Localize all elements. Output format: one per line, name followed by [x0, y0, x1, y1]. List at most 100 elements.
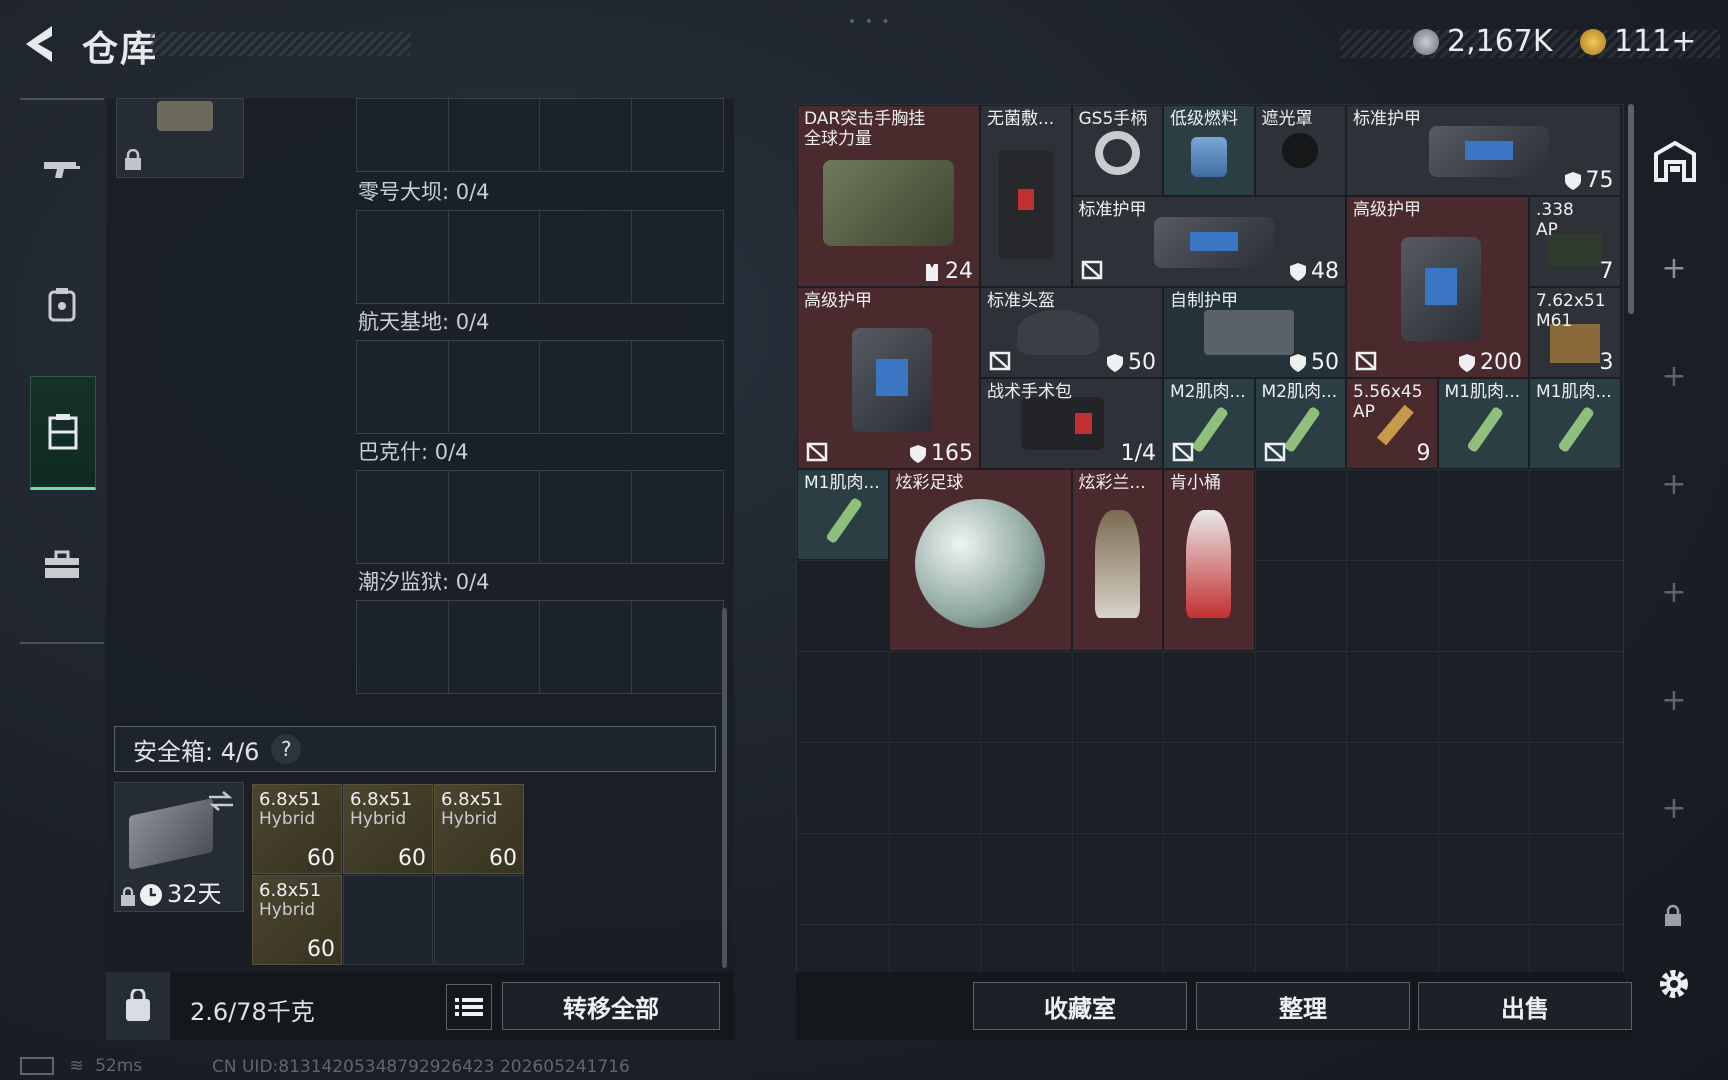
- swap-icon[interactable]: [207, 789, 235, 813]
- more-dots: • • •: [848, 14, 892, 30]
- durability-shield-icon: [1107, 353, 1123, 372]
- currency-hafcoin[interactable]: 2,167K: [1413, 24, 1553, 59]
- header-decoration: [150, 32, 410, 56]
- item-count: 50: [1106, 350, 1156, 375]
- item-name: 标准护甲: [1078, 200, 1147, 220]
- inventory-item[interactable]: DAR突击手胸挂 全球力量 24: [797, 105, 980, 287]
- add-page-button[interactable]: +: [1656, 466, 1692, 502]
- gold-coin-icon: [1580, 28, 1606, 55]
- weight-lock-button[interactable]: [106, 972, 170, 1040]
- back-button[interactable]: [20, 22, 60, 66]
- currency-gold[interactable]: 111+: [1580, 24, 1696, 59]
- item-count-value: 50: [1128, 350, 1156, 375]
- item-name: M1肌肉...: [804, 473, 880, 493]
- silver-coin-icon: [1413, 28, 1439, 55]
- location-slots-0[interactable]: [356, 210, 724, 304]
- grid-scrollbar[interactable]: [1628, 104, 1634, 314]
- inventory-item[interactable]: 肯小桶: [1163, 469, 1255, 651]
- item-count: 165: [909, 441, 973, 466]
- inventory-item[interactable]: 7.62x51 M61 3: [1529, 287, 1621, 378]
- warehouse-icon: [1654, 140, 1696, 182]
- no-equip-icon: [1264, 442, 1285, 462]
- add-page-button[interactable]: +: [1656, 682, 1692, 718]
- location-slots-1[interactable]: [356, 340, 724, 434]
- item-count-value: 165: [931, 441, 973, 466]
- ammo-item-3[interactable]: 6.8x51 Hybrid 60: [252, 875, 342, 965]
- case-timer: 32天: [167, 880, 222, 908]
- storage-grid[interactable]: DAR突击手胸挂 全球力量 24 无菌敷... GS5手柄 低级燃料 遮光罩 标准护甲 75 标…: [796, 104, 1624, 1032]
- no-equip-icon: [806, 442, 828, 462]
- item-count: 24: [923, 259, 973, 284]
- settings-gear-icon[interactable]: [1654, 964, 1694, 1004]
- inventory-item[interactable]: 战术手术包 1/4: [980, 378, 1163, 469]
- inventory-item[interactable]: 标准头盔 50: [980, 287, 1163, 378]
- inventory-item[interactable]: 高级护甲 165: [797, 287, 980, 469]
- inventory-item[interactable]: 低级燃料: [1163, 105, 1255, 196]
- inventory-item[interactable]: M1肌肉...: [1437, 378, 1529, 469]
- item-count-value: 1/4: [1120, 441, 1156, 466]
- inventory-item[interactable]: M1肌肉...: [797, 469, 889, 560]
- inventory-item[interactable]: 标准护甲 75: [1346, 105, 1621, 196]
- safe-case-slot[interactable]: 32天: [114, 782, 244, 912]
- category-rail: [20, 98, 104, 644]
- item-count-value: 48: [1311, 259, 1339, 284]
- lock-icon[interactable]: [1662, 904, 1684, 928]
- grid-line: [797, 742, 1623, 743]
- ammo-item-0[interactable]: 6.8x51 Hybrid 60: [252, 784, 342, 874]
- no-equip-icon: [1355, 351, 1377, 371]
- battery-icon: [20, 1057, 54, 1075]
- sort-button[interactable]: 整理: [1196, 982, 1410, 1030]
- inventory-item[interactable]: .338 AP 7: [1529, 196, 1621, 287]
- rail-storage[interactable]: [30, 376, 96, 490]
- inventory-item[interactable]: 标准护甲 48: [1071, 196, 1346, 287]
- left-scrollbar[interactable]: [722, 608, 727, 968]
- weight-bag-icon: [126, 989, 150, 1021]
- inventory-item[interactable]: 遮光罩: [1254, 105, 1346, 196]
- item-name: 标准护甲: [1353, 109, 1421, 129]
- inventory-item[interactable]: 无菌敷...: [980, 105, 1072, 287]
- inventory-item[interactable]: 炫彩足球: [888, 469, 1072, 651]
- item-count: 50: [1289, 350, 1339, 375]
- location-label-1: 航天基地: 0/4: [358, 310, 490, 334]
- list-view-button[interactable]: [446, 984, 492, 1030]
- add-page-button[interactable]: +: [1656, 790, 1692, 826]
- ammo-name: 6.8x51: [259, 880, 322, 901]
- add-page-button[interactable]: +: [1656, 574, 1692, 610]
- ammo-sub: Hybrid: [259, 809, 316, 829]
- rail-backpack[interactable]: [30, 260, 94, 350]
- slot-grid-top[interactable]: [356, 98, 724, 172]
- inventory-item[interactable]: M2肌肉...: [1163, 378, 1255, 469]
- item-count: 9: [1417, 441, 1431, 466]
- location-slots-3[interactable]: [356, 600, 724, 694]
- inventory-item[interactable]: 高级护甲 200: [1346, 196, 1529, 378]
- help-button[interactable]: ?: [271, 734, 302, 764]
- ammo-item-1[interactable]: 6.8x51 Hybrid 60: [343, 784, 433, 874]
- sell-button[interactable]: 出售: [1418, 982, 1632, 1030]
- location-slots-2[interactable]: [356, 470, 724, 564]
- storage-locker-icon: [48, 414, 78, 450]
- ammo-item-2[interactable]: 6.8x51 Hybrid 60: [434, 784, 524, 874]
- inventory-item[interactable]: M2肌肉...: [1254, 378, 1346, 469]
- transfer-all-button[interactable]: 转移全部: [502, 982, 720, 1030]
- empty-slot[interactable]: [434, 875, 524, 965]
- inventory-item[interactable]: 5.56x45 AP 9: [1346, 378, 1438, 469]
- item-name: 遮光罩: [1261, 109, 1313, 129]
- add-page-button[interactable]: +: [1656, 250, 1692, 286]
- inventory-item[interactable]: M1肌肉...: [1529, 378, 1621, 469]
- clock-icon: [140, 884, 162, 906]
- location-label-0: 零号大坝: 0/4: [358, 180, 490, 204]
- ammo-count: 60: [307, 937, 335, 962]
- inventory-item[interactable]: 炫彩兰...: [1071, 469, 1163, 651]
- inventory-item[interactable]: GS5手柄: [1071, 105, 1163, 196]
- container-slot[interactable]: [116, 98, 244, 178]
- inventory-item[interactable]: 自制护甲 50: [1163, 287, 1346, 378]
- toolbox-icon: [45, 550, 79, 578]
- item-count-value: 7: [1599, 259, 1614, 284]
- add-page-button[interactable]: +: [1656, 358, 1692, 394]
- empty-slot[interactable]: [343, 875, 433, 965]
- rail-weapons[interactable]: [30, 124, 94, 214]
- collection-room-button[interactable]: 收藏室: [973, 982, 1187, 1030]
- rail-toolbox[interactable]: [30, 520, 94, 610]
- location-label-2: 巴克什: 0/4: [358, 440, 469, 464]
- storage-tab-button[interactable]: [1650, 136, 1700, 186]
